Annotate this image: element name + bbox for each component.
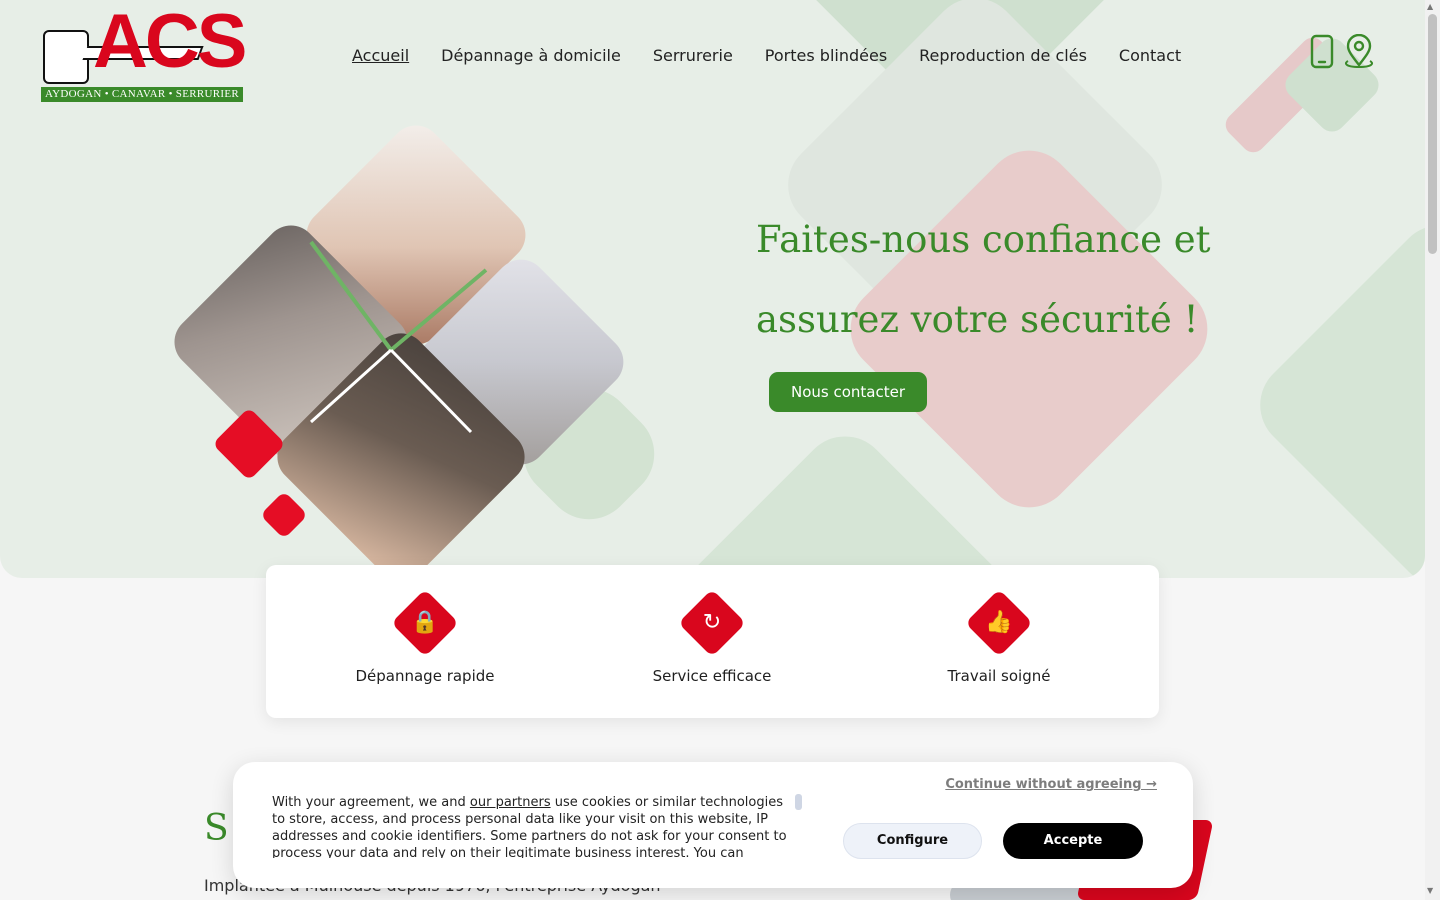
hero-title-line1: Faites-nous confiance et	[756, 218, 1211, 261]
feature-depannage-rapide: 🔒 Dépannage rapide	[305, 589, 545, 685]
logo[interactable]: ACS AYDOGAN • CANAVAR • SERRURIER	[41, 4, 247, 102]
cookie-text: With your agreement, we and our partners…	[272, 795, 787, 858]
hero-title: Faites-nous confiance et assurez votre s…	[756, 200, 1316, 360]
cookie-banner: With your agreement, we and our partners…	[233, 762, 1193, 888]
nav-depannage[interactable]: Dépannage à domicile	[441, 46, 621, 65]
nav-portes-blindees[interactable]: Portes blindées	[765, 46, 887, 65]
hero-image-collage	[163, 114, 635, 592]
lock-icon: 🔒	[391, 589, 459, 657]
feature-service-efficace: ↻ Service efficace	[592, 589, 832, 685]
refresh-check-icon: ↻	[678, 589, 746, 657]
hero-photo-dividers	[309, 240, 488, 434]
feature-label: Dépannage rapide	[355, 667, 495, 685]
logo-tagline: AYDOGAN • CANAVAR • SERRURIER	[41, 87, 243, 102]
thumbs-up-stars-icon: 👍	[965, 589, 1033, 657]
nav-serrurerie[interactable]: Serrurerie	[653, 46, 733, 65]
configure-button[interactable]: Configure	[843, 823, 982, 859]
feature-label: Service efficace	[652, 667, 772, 685]
nav-reproduction-cles[interactable]: Reproduction de clés	[919, 46, 1087, 65]
nav-accueil[interactable]: Accueil	[352, 46, 409, 65]
accept-button[interactable]: Accepte	[1003, 823, 1143, 859]
scroll-down-arrow-icon[interactable]: ▼	[1427, 886, 1433, 895]
feature-label: Travail soigné	[947, 667, 1051, 685]
main-nav: Accueil Dépannage à domicile Serrurerie …	[352, 46, 1181, 65]
key-logo-icon	[43, 30, 89, 84]
logo-text: ACS	[93, 0, 247, 84]
location-pin-icon[interactable]	[1342, 33, 1376, 70]
cookie-text-scrollbar[interactable]	[795, 794, 802, 810]
continue-without-agreeing-link[interactable]: Continue without agreeing →	[945, 777, 1157, 792]
page-scrollbar[interactable]: ▲ ▼	[1425, 0, 1440, 900]
section-title: S	[204, 808, 229, 849]
scroll-up-arrow-icon[interactable]: ▲	[1427, 2, 1433, 11]
contact-cta-button[interactable]: Nous contacter	[769, 372, 927, 412]
nav-contact[interactable]: Contact	[1119, 46, 1181, 65]
hero-title-line2: assurez votre sécurité !	[756, 298, 1199, 341]
scrollbar-thumb[interactable]	[1428, 14, 1437, 254]
partners-link[interactable]: our partners	[470, 795, 551, 810]
feature-travail-soigne: 👍 Travail soigné	[879, 589, 1119, 685]
phone-icon[interactable]	[1305, 34, 1339, 70]
features-card: 🔒 Dépannage rapide ↻ Service efficace 👍 …	[266, 565, 1159, 718]
